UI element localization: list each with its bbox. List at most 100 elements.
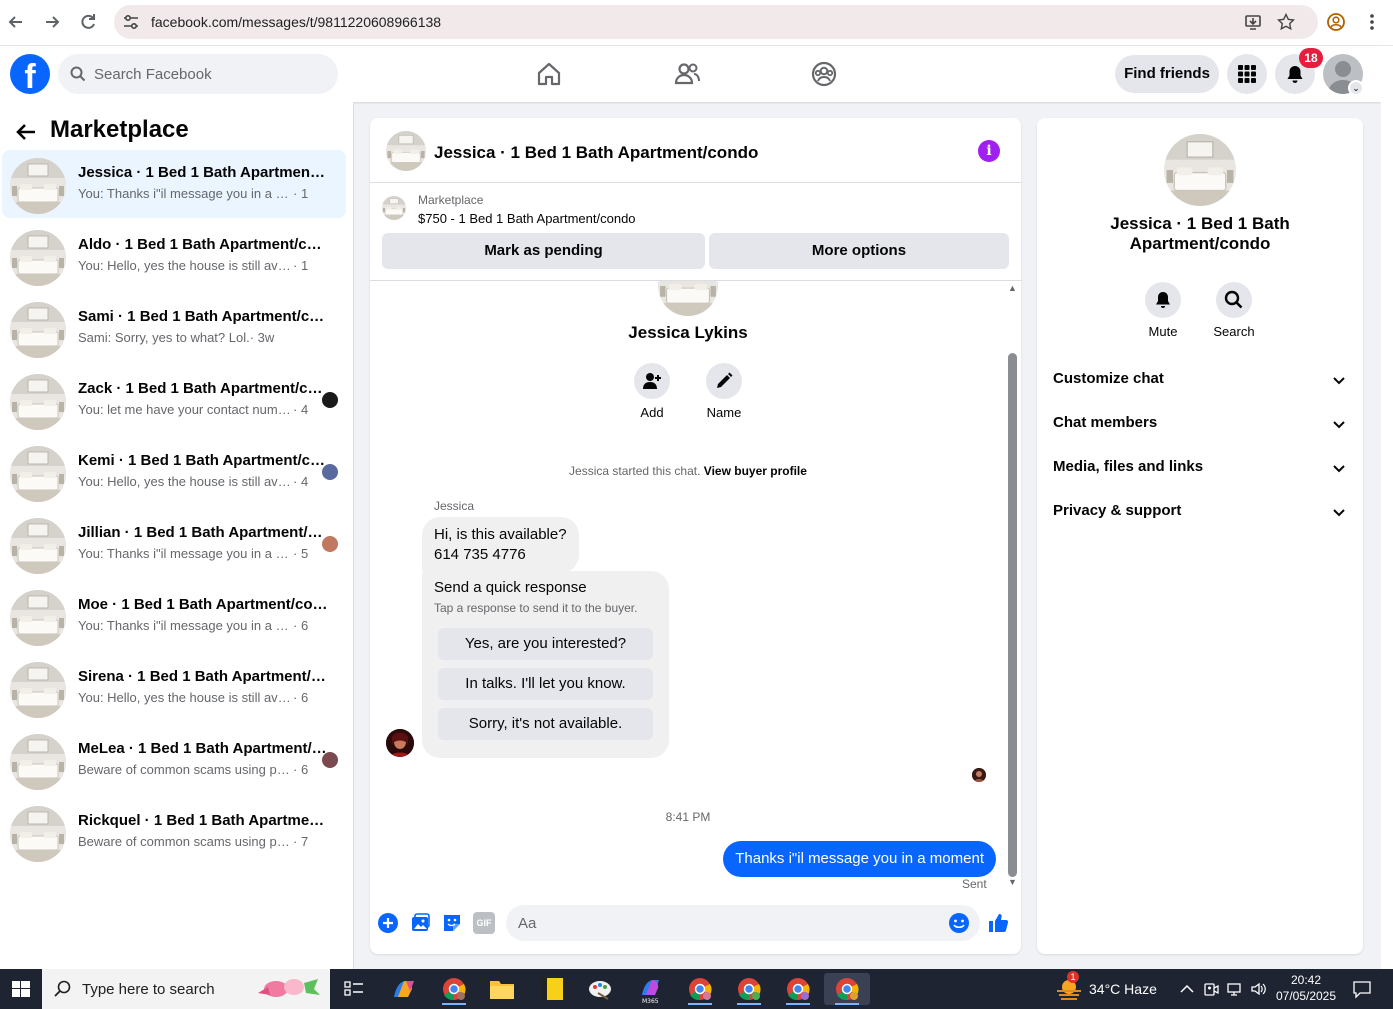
chevron-up-icon[interactable]	[1178, 980, 1196, 998]
listing-price[interactable]: $750 - 1 Bed 1 Bath Apartment/condo	[418, 211, 636, 226]
reload-icon[interactable]	[78, 12, 98, 32]
chrome-profile-app-icon[interactable]	[434, 973, 474, 1005]
chevron-down-icon	[1333, 465, 1345, 473]
message-input[interactable]	[518, 905, 938, 941]
copilot-app-icon[interactable]	[384, 973, 424, 1005]
chrome-profile-3-icon[interactable]	[729, 973, 769, 1005]
conversation-item[interactable]: Moe · 1 Bed 1 Bath Apartment/condo You: T…	[2, 582, 346, 650]
chrome-active-app-icon[interactable]	[824, 973, 870, 1005]
conversation-avatar	[10, 302, 66, 358]
taskbar-search-input[interactable]	[82, 969, 252, 1009]
message-field[interactable]	[506, 905, 980, 941]
mute-action[interactable]: Mute	[1133, 282, 1193, 339]
conversation-item[interactable]: Sirena · 1 Bed 1 Bath Apartment/condo You…	[2, 654, 346, 722]
mark-as-pending-button[interactable]: Mark as pending	[382, 233, 705, 269]
snippet-text: Beware of common scams using payment app…	[78, 762, 293, 777]
windows-start-icon[interactable]	[0, 969, 42, 1009]
plus-circle-icon[interactable]	[377, 912, 399, 934]
action-center-icon[interactable]	[1352, 979, 1372, 999]
weather-widget[interactable]: 1 34°C Haze	[1055, 971, 1165, 1001]
scroll-up-arrow-icon[interactable]: ▲	[1008, 283, 1017, 293]
info-icon[interactable]: i	[978, 140, 1000, 162]
conversation-snippet: You: Thanks i"il message you in a moment…	[78, 186, 308, 201]
chrome-profile-2-icon[interactable]	[680, 973, 720, 1005]
friends-icon[interactable]	[673, 60, 701, 88]
conversation-item[interactable]: Sami · 1 Bed 1 Bath Apartment/condo Sami:…	[2, 294, 346, 362]
scroll-down-arrow-icon[interactable]: ▼	[1008, 877, 1017, 887]
menu-grid-button[interactable]	[1227, 54, 1267, 94]
listing-thumbnail[interactable]	[382, 196, 406, 220]
incoming-message[interactable]: Hi, is this available? 614 735 4776	[422, 517, 579, 573]
conversation-snippet: Sami: Sorry, yes to what? Lol.· 3w	[78, 330, 308, 345]
conversation-item[interactable]: Kemi · 1 Bed 1 Bath Apartment/condo You: …	[2, 438, 346, 506]
listing-avatar-large[interactable]	[1164, 134, 1236, 206]
message-timestamp: 8:41 PM	[665, 810, 711, 824]
forward-arrow-icon[interactable]	[42, 12, 62, 32]
conversation-name: Jessica · 1 Bed 1 Bath Apartment/condo	[78, 164, 328, 181]
buyer-avatar-small[interactable]	[386, 729, 414, 757]
add-action[interactable]: Add	[632, 363, 672, 420]
taskbar-clock[interactable]: 20:42 07/05/2025	[1270, 972, 1342, 1004]
site-settings-icon[interactable]	[122, 13, 140, 31]
conversation-item[interactable]: Aldo · 1 Bed 1 Bath Apartment/condo You: …	[2, 222, 346, 290]
more-options-button[interactable]: More options	[709, 233, 1009, 269]
paint-app-icon[interactable]	[580, 973, 620, 1005]
seen-receipt-avatar	[322, 752, 338, 768]
gif-icon[interactable]: GIF	[473, 912, 495, 934]
conversation-item[interactable]: Jillian · 1 Bed 1 Bath Apartment/condo Yo…	[2, 510, 346, 578]
conversation-item[interactable]: Jessica · 1 Bed 1 Bath Apartment/condo Yo…	[2, 150, 346, 218]
file-explorer-icon[interactable]	[482, 973, 522, 1005]
buyer-avatar-large	[658, 281, 718, 316]
task-view-icon[interactable]	[337, 973, 371, 1005]
install-app-icon[interactable]	[1244, 13, 1262, 31]
emoji-icon[interactable]	[948, 912, 970, 934]
conversation-avatar	[10, 662, 66, 718]
quick-response-interested[interactable]: Yes, are you interested?	[438, 628, 653, 660]
groups-icon[interactable]	[810, 60, 838, 88]
conversation-snippet: You: Hello, yes the house is still avail…	[78, 474, 308, 489]
facebook-search[interactable]	[58, 54, 338, 94]
media-files-links-section[interactable]: Media, files and links	[1037, 446, 1363, 490]
conversation-item[interactable]: Rickquel · 1 Bed 1 Bath Apartment/condo B…	[2, 798, 346, 866]
thumbs-up-icon[interactable]	[987, 912, 1009, 934]
back-arrow-icon[interactable]	[14, 120, 38, 144]
volume-icon[interactable]	[1250, 980, 1268, 998]
sticker-icon[interactable]	[441, 912, 463, 934]
outgoing-message[interactable]: Thanks i"il message you in a moment	[723, 841, 996, 877]
bookmark-star-icon[interactable]	[1277, 13, 1295, 31]
quick-response-subtitle: Tap a response to send it to the buyer.	[434, 601, 638, 615]
privacy-support-section[interactable]: Privacy & support	[1037, 490, 1363, 534]
conversation-item[interactable]: MeLea · 1 Bed 1 Bath Apartment/condo Bewa…	[2, 726, 346, 794]
facebook-logo-icon[interactable]: f	[10, 54, 50, 94]
taskbar-search[interactable]	[42, 969, 330, 1009]
chat-title[interactable]: Jessica · 1 Bed 1 Bath Apartment/condo	[434, 143, 758, 163]
search-action[interactable]: Search	[1204, 282, 1264, 339]
profile-account-icon[interactable]	[1326, 12, 1346, 32]
quick-response-in-talks[interactable]: In talks. I'll let you know.	[438, 668, 653, 700]
chat-scrollbar[interactable]: ▲ ▼	[1006, 281, 1021, 893]
address-bar[interactable]: facebook.com/messages/t/9811220608966138	[114, 5, 1318, 39]
snippet-text: You: Thanks i"il message you in a moment	[78, 546, 293, 561]
network-icon[interactable]	[1226, 980, 1244, 998]
sticky-notes-icon[interactable]	[532, 973, 572, 1005]
search-input[interactable]	[94, 54, 324, 94]
home-icon[interactable]	[535, 60, 563, 88]
conversation-item[interactable]: Zack · 1 Bed 1 Bath Apartment/condo You: …	[2, 366, 346, 434]
page-scrollbar[interactable]	[1381, 46, 1393, 969]
chat-members-section[interactable]: Chat members	[1037, 402, 1363, 446]
find-friends-button[interactable]: Find friends	[1115, 55, 1219, 93]
view-buyer-profile-link[interactable]: View buyer profile	[704, 464, 807, 478]
chat-avatar[interactable]	[386, 131, 426, 171]
meet-now-icon[interactable]	[1202, 980, 1220, 998]
name-action[interactable]: Name	[704, 363, 744, 420]
candy-search-highlight-icon	[258, 979, 320, 997]
photo-icon[interactable]	[409, 912, 431, 934]
microsoft-365-icon[interactable]: M365	[630, 973, 670, 1005]
chat-scroll-thumb[interactable]	[1008, 353, 1017, 877]
back-arrow-icon[interactable]	[6, 12, 26, 32]
account-chevron-down-icon[interactable]: ⌄	[1348, 80, 1364, 96]
customize-chat-section[interactable]: Customize chat	[1037, 358, 1363, 402]
browser-menu-icon[interactable]	[1362, 12, 1382, 32]
chrome-profile-4-icon[interactable]	[778, 973, 818, 1005]
quick-response-not-available[interactable]: Sorry, it's not available.	[438, 708, 653, 740]
